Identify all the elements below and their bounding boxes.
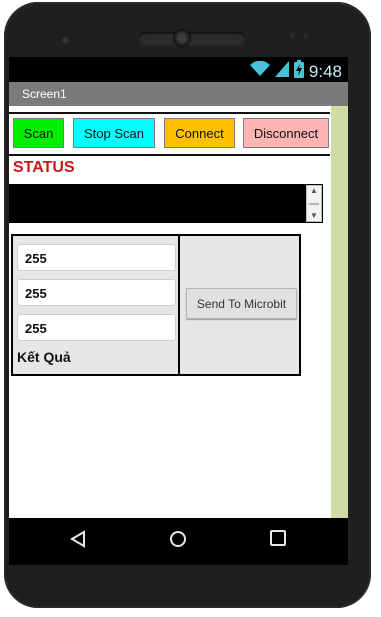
app-screen: Scan Stop Scan Connect Disconnect STATUS… — [9, 106, 348, 518]
status-textbox[interactable] — [9, 184, 323, 223]
front-camera — [173, 29, 191, 47]
input-panel: 255 255 255 Kết Quả — [13, 236, 180, 374]
connect-button[interactable]: Connect — [164, 118, 235, 148]
status-label: STATUS — [13, 159, 75, 176]
color-panel: 255 255 255 Kết Quả Send To Microbit — [11, 234, 301, 376]
speaker-grille — [138, 32, 246, 46]
button-row: Scan Stop Scan Connect Disconnect — [9, 112, 330, 156]
signal-icon — [274, 61, 289, 82]
sensor-dot — [61, 36, 70, 45]
home-icon[interactable] — [169, 530, 187, 553]
wifi-icon — [249, 60, 270, 82]
screen-title: Screen1 — [22, 87, 67, 101]
screen-scroll-column — [331, 106, 348, 518]
scroll-down-icon[interactable]: ▼ — [310, 211, 318, 221]
scan-button[interactable]: Scan — [13, 118, 64, 148]
navigation-bar — [9, 518, 348, 565]
scroll-up-icon[interactable]: ▲ — [310, 186, 318, 196]
status-scrollbar[interactable]: ▲ ▼ — [306, 185, 322, 222]
title-bar: Screen1 — [9, 82, 348, 106]
stop-scan-button[interactable]: Stop Scan — [73, 118, 155, 148]
back-icon[interactable] — [70, 530, 86, 553]
result-label: Kết Quả — [17, 349, 71, 365]
clock: 9:48 — [308, 61, 342, 81]
status-bar: 9:48 — [9, 57, 348, 82]
green-value-input[interactable]: 255 — [17, 279, 176, 306]
battery-icon — [293, 60, 304, 83]
disconnect-button[interactable]: Disconnect — [243, 118, 329, 148]
recents-icon[interactable] — [270, 530, 286, 551]
blue-value-input[interactable]: 255 — [17, 314, 176, 341]
scroll-thumb[interactable] — [309, 202, 319, 205]
sensor-dots — [290, 33, 308, 38]
send-to-microbit-button[interactable]: Send To Microbit — [186, 288, 297, 319]
red-value-input[interactable]: 255 — [17, 244, 176, 271]
